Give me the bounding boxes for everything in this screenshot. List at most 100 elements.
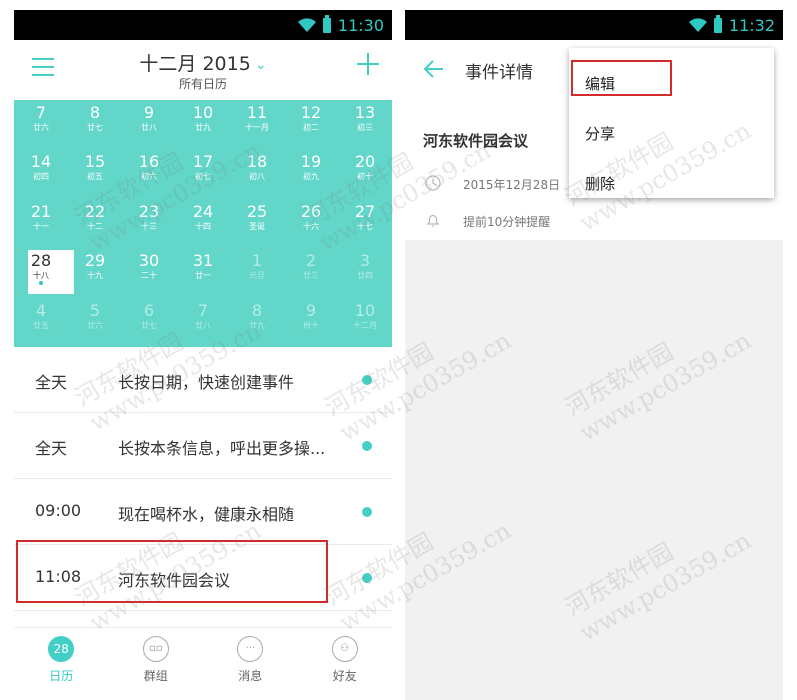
calendar-day[interactable]: 10 十二月 [338,298,392,347]
calendar-day[interactable]: 9 卅十 [284,298,338,347]
day-number: 12 [300,103,322,122]
bell-icon [426,214,440,227]
lunar-date: 圣诞 [249,221,265,231]
lunar-date: 卅十 [303,320,319,330]
calendar-day[interactable]: 20 初十 [338,149,392,198]
calendar-screen: 11:30 十二月 2015 ⌄ 所有日历 7 廿六 8 廿七 9 廿八 10 廿九 11 十一月 1… [14,10,392,700]
calendar-day[interactable]: 31 廿一 [176,248,230,297]
lunar-date: 廿八 [195,320,211,330]
day-number: 7 [197,300,209,320]
menu-item-share[interactable]: 分享 [585,123,615,144]
calendar-day[interactable]: 12 初二 [284,100,338,149]
day-number: 30 [138,251,160,271]
calendar-day[interactable]: 15 初五 [68,149,122,198]
day-number: 10 [354,300,376,320]
calendar-day[interactable]: 2 廿三 [284,248,338,297]
battery-icon [713,14,722,33]
lunar-date: 十一 [33,221,49,231]
calendar-day[interactable]: 8 廿七 [68,100,122,149]
lunar-date: 十一月 [245,123,269,132]
event-row[interactable]: 全天 长按日期，快速创建事件 [14,347,392,413]
add-event-icon[interactable] [356,52,380,76]
calendar-day[interactable]: 22 十二 [68,199,122,248]
day-number: 7 [35,103,47,122]
nav-calendar-label: 日历 [49,669,74,683]
calendar-day[interactable]: 17 初七 [176,149,230,198]
calendar-header: 十二月 2015 ⌄ 所有日历 [14,40,392,100]
day-number: 22 [84,201,106,221]
lunar-date: 廿七 [87,123,103,132]
calendar-day[interactable]: 5 廿六 [68,298,122,347]
event-row[interactable]: 09:00 现在喝杯水，健康永相随 [14,479,392,545]
calendar-day[interactable]: 3 廿四 [338,248,392,297]
calendar-day[interactable]: 14 初四 [14,149,68,198]
calendar-day[interactable]: 13 初三 [338,100,392,149]
nav-calendar[interactable]: 28 日历 [14,628,109,700]
day-number: 27 [354,201,376,221]
day-number: 21 [30,201,52,221]
calendar-day[interactable]: 16 初六 [122,149,176,198]
day-number: 23 [138,201,160,221]
lunar-date: 初四 [33,172,49,182]
nav-friends-label: 好友 [332,669,357,683]
lunar-date: 廿四 [357,271,373,281]
event-dot [362,375,372,385]
lunar-date: 十三 [141,221,157,231]
day-number: 24 [192,201,214,221]
calendar-day[interactable]: 4 廿五 [14,298,68,347]
calendar-day[interactable]: 21 十一 [14,199,68,248]
calendar-day[interactable]: 7 廿八 [176,298,230,347]
calendar-day[interactable]: 23 十三 [122,199,176,248]
day-number: 25 [246,201,268,221]
groups-icon: ▫▫ [142,636,169,662]
calendar-day-today[interactable]: 28 十八 [14,248,74,297]
calendar-day[interactable]: 10 廿九 [176,100,230,149]
day-number: 10 [192,103,214,122]
day-number: 28 [30,251,52,271]
day-number: 26 [300,201,322,221]
calendar-day[interactable]: 18 初八 [230,149,284,198]
calendar-day[interactable]: 24 十四 [176,199,230,248]
back-arrow-icon[interactable] [423,58,445,80]
calendar-day[interactable]: 7 廿六 [14,100,68,149]
lunar-date: 十七 [357,221,373,231]
month-title: 十二月 2015 [139,53,251,75]
lunar-date: 十六 [303,221,319,231]
calendar-day[interactable]: 8 廿九 [230,298,284,347]
calendar-day[interactable]: 30 二十 [122,248,176,297]
nav-groups[interactable]: ▫▫ 群组 [109,628,204,700]
day-number: 11 [246,103,268,122]
day-number: 3 [359,251,371,271]
day-number: 15 [84,152,106,172]
calendar-day[interactable]: 29 十九 [68,248,122,297]
event-time: 全天 [35,373,68,392]
calendar-day[interactable]: 19 初九 [284,149,338,198]
calendar-filter-label: 所有日历 [178,77,227,91]
status-time: 11:30 [337,15,384,35]
nav-friends[interactable]: ⚇ 好友 [298,628,393,700]
calendar-day[interactable]: 27 十七 [338,199,392,248]
lunar-date: 初九 [303,172,319,182]
calendar-grid: 7 廿六 8 廿七 9 廿八 10 廿九 11 十一月 12 初二 13 初三 14 初四 15 初五 16 初六 17… [14,100,392,347]
clock-icon [425,175,441,191]
menu-item-delete[interactable]: 删除 [585,173,615,194]
calendar-day[interactable]: 11 十一月 [230,100,284,149]
lunar-date: 十二 [87,221,103,231]
lunar-date: 廿六 [33,123,49,132]
lunar-date: 初二 [303,123,319,132]
event-time: 全天 [35,439,68,458]
event-title: 长按本条信息，呼出更多操... [118,439,326,458]
friends-icon: ⚇ [331,636,358,662]
event-row[interactable]: 全天 长按本条信息，呼出更多操... [14,413,392,479]
calendar-day[interactable]: 6 廿七 [122,298,176,347]
day-number: 4 [35,300,47,320]
calendar-day[interactable]: 25 圣诞 [230,199,284,248]
calendar-day[interactable]: 26 十六 [284,199,338,248]
month-selector[interactable]: 十二月 2015 ⌄ [14,49,392,76]
calendar-day[interactable]: 9 廿八 [122,100,176,149]
nav-messages[interactable]: ··· 消息 [203,628,298,700]
highlight-frame [16,540,328,603]
page-title: 事件详情 [465,63,533,83]
calendar-day[interactable]: 1 元旦 [230,248,284,297]
wifi-icon [688,18,707,32]
